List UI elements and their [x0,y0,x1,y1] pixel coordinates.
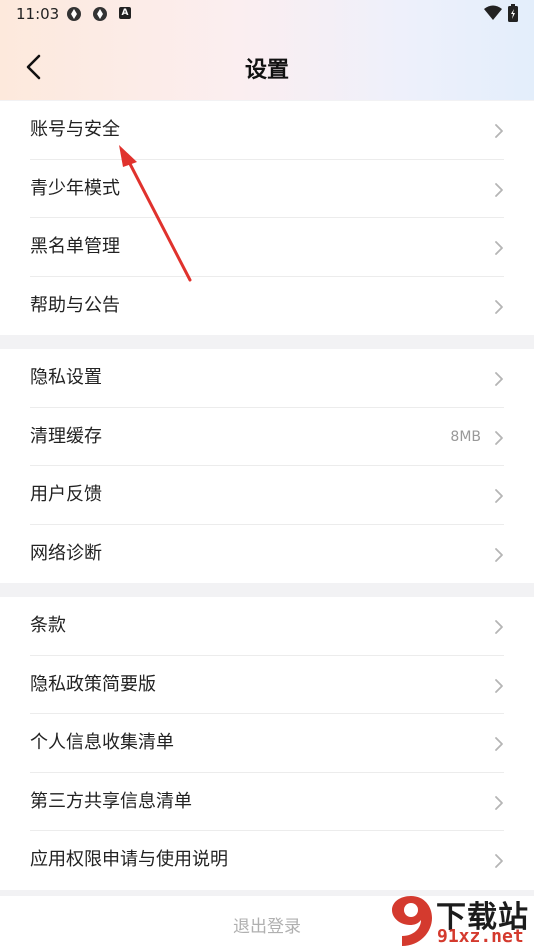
sync-icon [93,7,107,21]
settings-item-account-security[interactable]: 账号与安全 [0,101,534,160]
settings-item-personal-info-list[interactable]: 个人信息收集清单 [0,714,534,773]
battery-icon [508,4,518,22]
settings-group-account: 账号与安全 青少年模式 黑名单管理 帮助与公告 [0,101,534,335]
chevron-right-icon [495,182,503,197]
chevron-right-icon [495,241,503,255]
sync-icon [67,7,81,21]
chevron-right-icon [495,737,503,751]
settings-group-legal: 条款 隐私政策简要版 个人信息收集清单 第三方共享信息清单 应用权限申请与使用说… [0,597,534,890]
settings-item-label: 隐私政策简要版 [30,673,156,695]
chevron-right-icon [495,795,503,810]
settings-item-blacklist[interactable]: 黑名单管理 [0,218,534,277]
settings-item-label: 用户反馈 [30,484,102,505]
settings-item-label: 第三方共享信息清单 [30,790,192,812]
watermark: 下载站 91xz.net [388,890,534,950]
status-bar: 11:03 A [0,0,534,30]
navigation-bar: 设置 [0,40,534,96]
wifi-icon [484,5,502,20]
settings-item-label: 清理缓存 [30,425,102,447]
settings-group-privacy: 隐私设置 清理缓存 8MB 用户反馈 网络诊断 [0,349,534,583]
chevron-right-icon [495,854,503,868]
status-time: 11:03 [16,5,60,23]
settings-item-privacy[interactable]: 隐私设置 [0,349,534,408]
chevron-right-icon [495,678,503,693]
watermark-url: 91xz.net [437,926,524,947]
chevron-right-icon [495,430,503,445]
chevron-right-icon [495,620,503,634]
watermark-logo-icon [392,896,432,946]
settings-item-label: 应用权限申请与使用说明 [30,849,228,870]
settings-item-label: 青少年模式 [30,177,120,199]
settings-item-label: 隐私设置 [30,367,102,388]
settings-item-label: 个人信息收集清单 [30,732,174,753]
settings-item-terms[interactable]: 条款 [0,597,534,656]
settings-item-label: 账号与安全 [30,119,120,140]
settings-item-feedback[interactable]: 用户反馈 [0,466,534,525]
settings-item-permissions[interactable]: 应用权限申请与使用说明 [0,831,534,890]
chevron-right-icon [495,372,503,386]
page-title: 设置 [244,58,289,83]
settings-item-label: 黑名单管理 [30,236,120,257]
chevron-right-icon [495,547,503,562]
cache-size: 8MB [450,428,481,445]
settings-item-privacy-policy-brief[interactable]: 隐私政策简要版 [0,656,534,714]
settings-item-help[interactable]: 帮助与公告 [0,277,534,336]
chevron-right-icon [495,299,503,314]
android-icon: A [119,7,131,19]
settings-item-network-diagnosis[interactable]: 网络诊断 [0,525,534,584]
settings-item-teen-mode[interactable]: 青少年模式 [0,160,534,218]
settings-item-third-party-sharing[interactable]: 第三方共享信息清单 [0,773,534,831]
chevron-right-icon [495,124,503,138]
settings-item-label: 网络诊断 [30,542,102,564]
settings-item-label: 条款 [30,615,66,636]
settings-item-label: 帮助与公告 [30,294,120,316]
chevron-right-icon [495,489,503,503]
settings-item-clear-cache[interactable]: 清理缓存 8MB [0,408,534,466]
